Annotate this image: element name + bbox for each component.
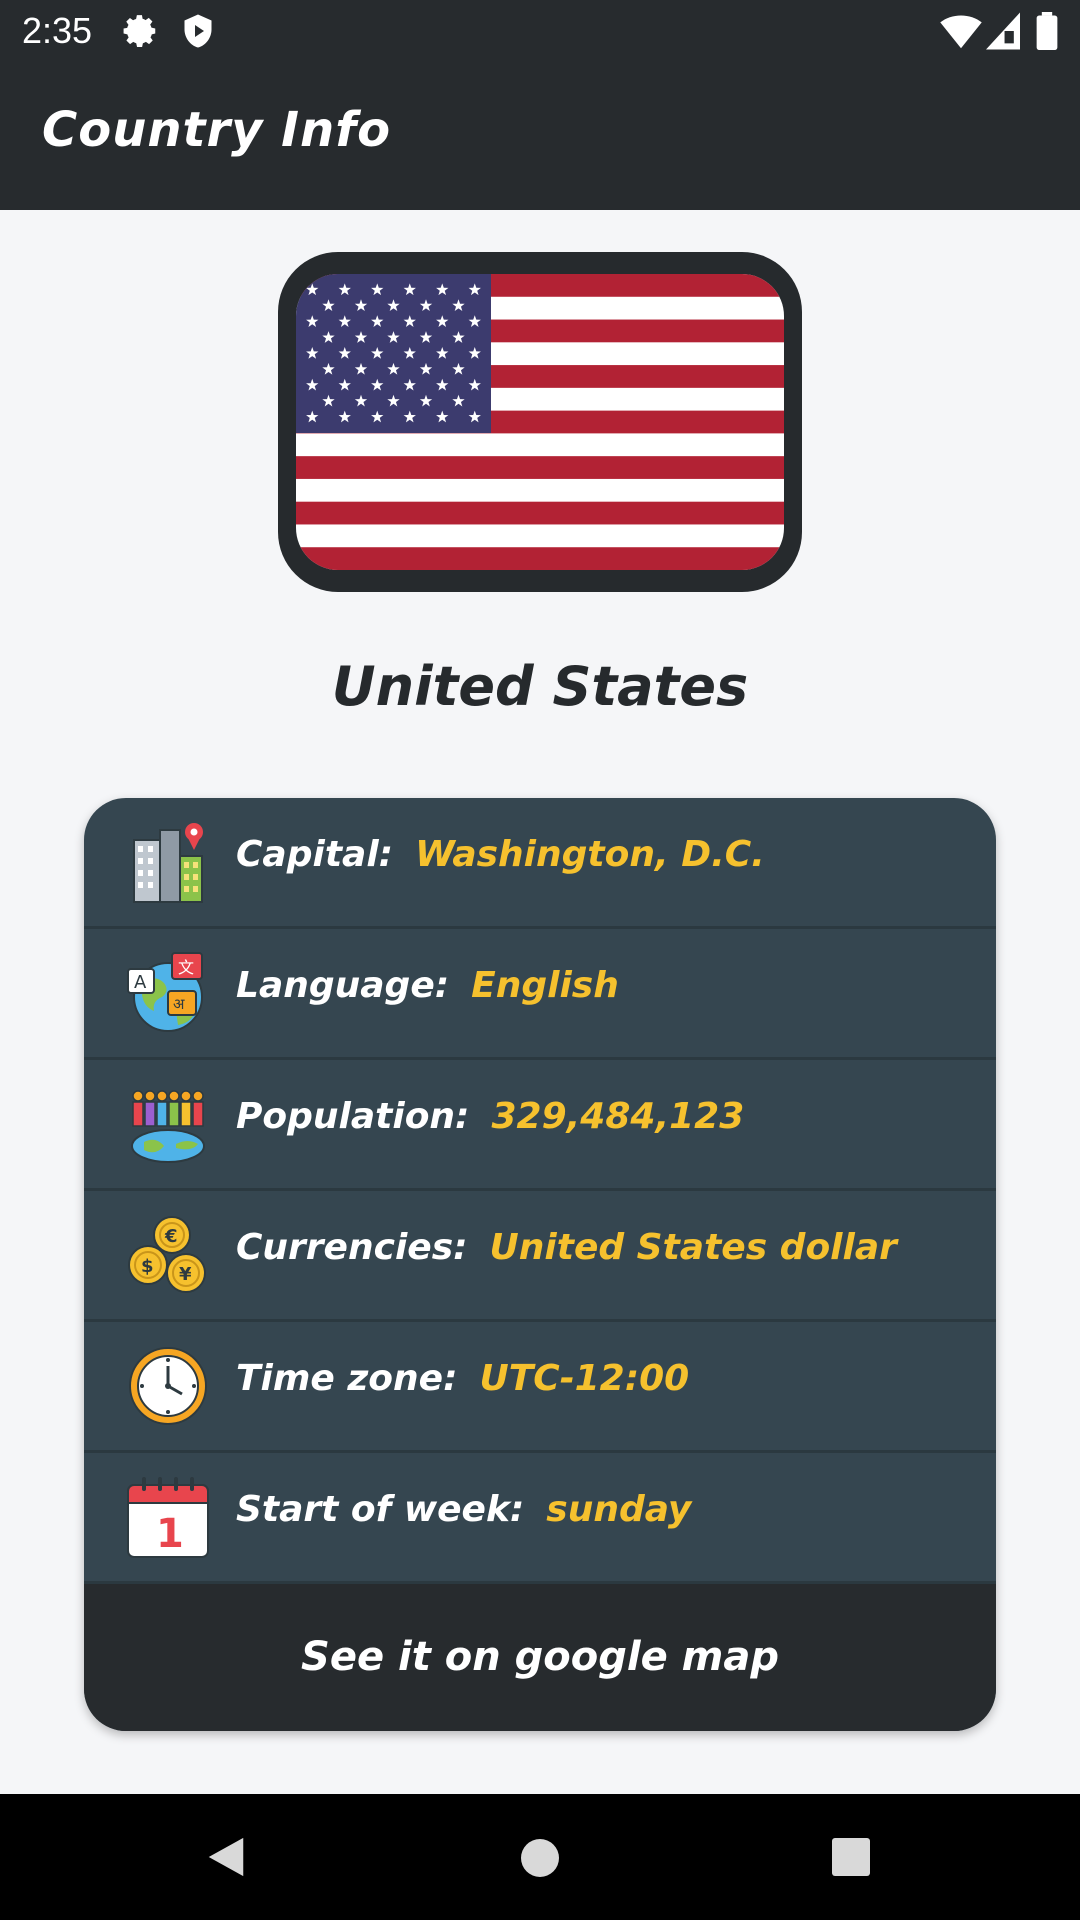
svg-text:€: €: [164, 1226, 178, 1247]
currencies-label: Currencies:: [236, 1227, 468, 1268]
clock-icon: [126, 1344, 210, 1428]
population-value: 329,484,123: [491, 1096, 745, 1137]
wifi-icon: [940, 12, 982, 54]
svg-text:अ: अ: [173, 995, 185, 1013]
capital-value: Washington, D.C.: [415, 834, 765, 875]
svg-text:¥: ¥: [179, 1264, 192, 1285]
google-map-button[interactable]: See it on google map: [84, 1584, 996, 1731]
language-globe-icon: A 文 अ: [126, 951, 210, 1035]
time-zone-value: UTC-12:00: [479, 1358, 690, 1399]
language-value: English: [471, 965, 619, 1006]
city-building-icon: [126, 820, 210, 904]
app-bar: Country Info: [0, 64, 1080, 210]
info-row-start-of-week: 1 Start of week: sunday: [84, 1453, 996, 1584]
population-label: Population:: [236, 1096, 470, 1137]
start-of-week-label: Start of week:: [236, 1489, 525, 1530]
info-row-time-zone: Time zone: UTC-12:00: [84, 1322, 996, 1453]
google-map-button-label: See it on google map: [301, 1634, 779, 1680]
currencies-value: United States dollar: [489, 1227, 897, 1268]
status-bar: 2:35: [0, 0, 1080, 64]
info-row-currencies: € $ ¥ Currencies: United States dollar: [84, 1191, 996, 1322]
language-label: Language:: [236, 965, 450, 1006]
country-name: United States: [331, 655, 749, 718]
signal-icon: [986, 12, 1020, 54]
svg-text:$: $: [141, 1256, 154, 1277]
svg-text:1: 1: [156, 1511, 184, 1557]
info-row-population: Population: 329,484,123: [84, 1060, 996, 1191]
start-of-week-value: sunday: [546, 1489, 692, 1530]
currency-coins-icon: € $ ¥: [126, 1213, 210, 1297]
population-globe-icon: [126, 1082, 210, 1166]
svg-text:文: 文: [178, 958, 194, 977]
app-title: Country Info: [42, 102, 392, 158]
home-icon[interactable]: [520, 1834, 560, 1884]
svg-text:A: A: [134, 972, 147, 993]
status-time: 2:35: [22, 10, 93, 51]
info-card: Capital: Washington, D.C. A 文 अ Language:…: [84, 798, 996, 1731]
calendar-icon: 1: [126, 1475, 210, 1559]
capital-label: Capital:: [236, 834, 394, 875]
recents-icon[interactable]: [830, 1834, 872, 1884]
shield-icon: [180, 12, 216, 54]
us-flag-image: [296, 274, 784, 570]
info-row-capital: Capital: Washington, D.C.: [84, 798, 996, 929]
battery-icon: [1036, 12, 1058, 54]
back-icon[interactable]: [204, 1834, 248, 1884]
gear-icon: [122, 12, 160, 54]
navigation-bar: [0, 1794, 1080, 1920]
info-row-language: A 文 अ Language: English: [84, 929, 996, 1060]
time-zone-label: Time zone:: [236, 1358, 458, 1399]
